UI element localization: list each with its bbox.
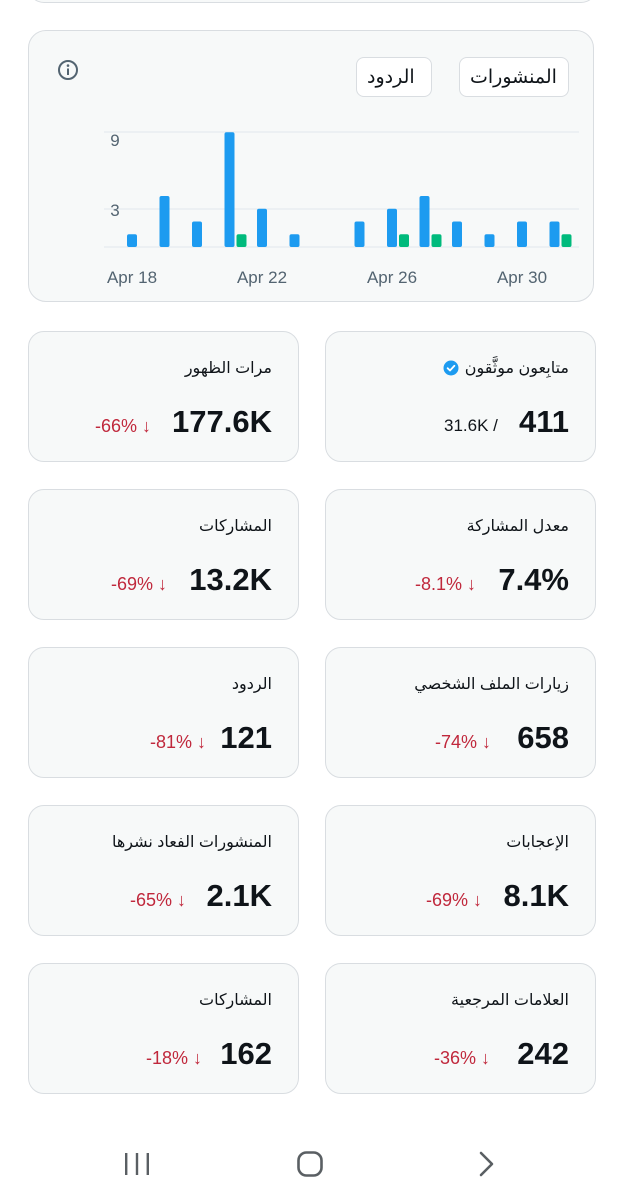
x-tick-label-apr-30: Apr 30 (497, 268, 547, 287)
metric-change-bookmarks: -36% ↓ (434, 1048, 491, 1068)
recents-icon (125, 1153, 149, 1175)
home-icon (297, 1151, 323, 1177)
posts-bar-apr-18[interactable] (127, 234, 137, 247)
posts-bar-apr-28[interactable] (452, 221, 462, 248)
posts-bar-apr-30[interactable] (517, 221, 527, 248)
metric-value-verified-followers: 411 (518, 404, 569, 439)
metric-change-likes: -69% ↓ (426, 890, 483, 910)
metric-card-shares[interactable]: المشاركات 162 -18% ↓ (28, 963, 299, 1094)
metric-value-replies: 121 (220, 720, 272, 755)
metric-change-impressions: -66% ↓ (95, 416, 152, 436)
back-icon (479, 1151, 494, 1177)
metric-label-verified-followers: متابِعون موثَّقون (443, 358, 569, 378)
metric-label-reposts: المنشورات الفعاد نشرها (111, 834, 272, 851)
posts-bar-apr-19[interactable] (159, 196, 170, 247)
metric-label-engagement-rate: معدل المشاركة (466, 518, 569, 535)
x-tick-label-apr-26: Apr 26 (367, 268, 417, 287)
previous-card-edge (28, 0, 597, 3)
metric-value-impressions: 177.6K (172, 404, 272, 439)
chart-bars (127, 132, 572, 247)
metric-change-shares: -18% ↓ (146, 1048, 203, 1068)
metric-change-replies: -81% ↓ (150, 732, 207, 752)
metric-card-replies[interactable]: الردود 121 -81% ↓ (28, 647, 299, 778)
back-button[interactable] (466, 1144, 506, 1184)
metric-card-verified-followers[interactable]: متابِعون موثَّقون 411 31.6K / (325, 331, 596, 462)
home-button[interactable] (290, 1144, 330, 1184)
metric-change-profile-visits: -74% ↓ (435, 732, 492, 752)
y-tick-label-9: 9 (110, 131, 119, 150)
metric-label-profile-visits: زيارات الملف الشخصي (414, 676, 569, 693)
posts-bar-apr-25[interactable] (354, 221, 365, 248)
metric-card-bookmarks[interactable]: العلامات المرجعية 242 -36% ↓ (325, 963, 596, 1094)
metric-change-engagements: -69% ↓ (111, 574, 168, 594)
activity-chart-card: المنشورات الردود 9 3 Apr 18 Apr 22 Apr 2… (28, 30, 594, 302)
metric-card-engagements[interactable]: المشاركات 13.2K -69% ↓ (28, 489, 299, 620)
metric-change-engagement-rate: -8.1% ↓ (415, 574, 477, 594)
x-tick-label-apr-18: Apr 18 (107, 268, 157, 287)
metric-label-likes: الإعجابات (506, 834, 569, 851)
activity-chart: 9 3 Apr 18 Apr 22 Apr 26 Apr 30 (104, 131, 579, 287)
verified-followers-label-text: متابِعون موثَّقون (464, 360, 569, 377)
metric-value-engagement-rate: 7.4% (498, 562, 569, 597)
metric-card-reposts[interactable]: المنشورات الفعاد نشرها 2.1K -65% ↓ (28, 805, 299, 936)
metric-sub-verified-followers: 31.6K / (444, 416, 498, 435)
recents-button[interactable] (117, 1144, 157, 1184)
y-tick-label-3: 3 (110, 201, 119, 220)
metric-value-reposts: 2.1K (206, 878, 272, 913)
system-navigation-bar (0, 1120, 623, 1199)
metric-label-shares: المشاركات (199, 992, 272, 1009)
metric-label-engagements: المشاركات (199, 518, 272, 535)
verified-badge-icon (443, 360, 459, 376)
replies-bar-may-1[interactable] (561, 234, 572, 247)
metric-change-reposts: -65% ↓ (130, 890, 187, 910)
posts-bar-apr-20[interactable] (192, 221, 202, 248)
metric-value-engagements: 13.2K (189, 562, 272, 597)
posts-bar-apr-22[interactable] (257, 208, 267, 247)
metric-label-impressions: مرات الظهور (184, 360, 272, 377)
replies-bar-apr-27[interactable] (431, 234, 442, 247)
posts-bar-apr-27[interactable] (419, 196, 430, 247)
metric-label-bookmarks: العلامات المرجعية (451, 992, 569, 1009)
posts-bar-apr-21[interactable] (224, 132, 235, 247)
metric-card-impressions[interactable]: مرات الظهور 177.6K -66% ↓ (28, 331, 299, 462)
x-tick-label-apr-22: Apr 22 (237, 268, 287, 287)
posts-bar-apr-26[interactable] (387, 208, 397, 247)
replies-bar-apr-26[interactable] (399, 234, 409, 247)
posts-bar-apr-23[interactable] (289, 234, 300, 247)
metric-value-bookmarks: 242 (517, 1036, 569, 1071)
metric-label-replies: الردود (231, 676, 272, 693)
metric-value-shares: 162 (220, 1036, 272, 1071)
replies-bar-apr-21[interactable] (236, 234, 247, 247)
metric-card-engagement-rate[interactable]: معدل المشاركة 7.4% -8.1% ↓ (325, 489, 596, 620)
posts-bar-may-1[interactable] (549, 221, 560, 248)
posts-bar-apr-29[interactable] (484, 234, 495, 247)
metric-value-likes: 8.1K (503, 878, 569, 913)
metric-card-profile-visits[interactable]: زيارات الملف الشخصي 658 -74% ↓ (325, 647, 596, 778)
metric-card-likes[interactable]: الإعجابات 8.1K -69% ↓ (325, 805, 596, 936)
metric-value-profile-visits: 658 (517, 720, 569, 755)
